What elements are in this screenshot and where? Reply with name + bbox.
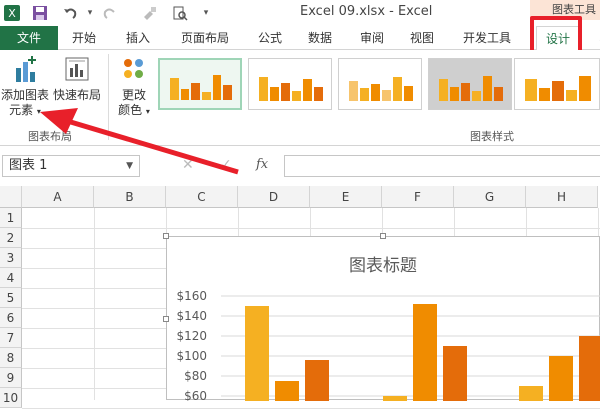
annotation-arrow (40, 108, 239, 175)
annotation-arrow-shaft (63, 117, 239, 175)
